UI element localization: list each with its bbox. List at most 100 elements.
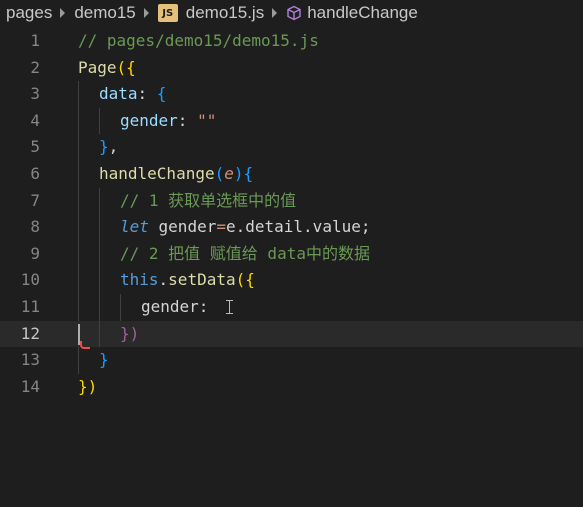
chevron-right-icon (272, 8, 278, 18)
code-line[interactable]: 3 data: { (0, 81, 583, 108)
indent-guide (99, 214, 100, 241)
code-text: // 2 把值 赋值给 data中的数据 (120, 241, 370, 268)
code-line[interactable]: 1 // pages/demo15/demo15.js (0, 28, 583, 55)
punctuation-token: , (108, 137, 119, 157)
code-line[interactable]: 6 handleChange(e){ (0, 160, 583, 188)
indent-guide (78, 214, 79, 241)
indent-guide (78, 187, 79, 215)
function-token: Page (78, 57, 117, 77)
indent-guide (78, 240, 79, 268)
line-number: 9 (30, 243, 40, 263)
string-token: "" (197, 110, 217, 130)
bracket-token: }) (120, 323, 140, 343)
indent-guide (99, 320, 100, 348)
indent-guide (99, 107, 100, 135)
code-line[interactable]: 13 } (0, 347, 583, 374)
line-number: 4 (30, 110, 40, 130)
bracket-token: { (243, 163, 254, 183)
line-number: 12 (20, 323, 40, 343)
code-line[interactable]: 10 this.setData({ (0, 267, 583, 294)
property-token: gender (120, 110, 178, 130)
bracket-token: ({ (116, 57, 136, 77)
code-text: }) (120, 321, 139, 348)
code-line[interactable]: 4 gender: "" (0, 107, 583, 135)
code-text: }) (78, 374, 97, 401)
indent-guide (99, 293, 100, 321)
identifier-token: gender (148, 217, 217, 237)
line-number: 13 (20, 350, 40, 370)
code-line-current[interactable]: 12 }) (0, 320, 583, 349)
indent-guide (99, 240, 100, 268)
code-text: Page({ (78, 55, 136, 82)
cube-method-icon (287, 5, 301, 21)
code-text: gender: "" (120, 108, 216, 135)
code-line[interactable]: 7 // 1 获取单选框中的值 (0, 187, 583, 215)
js-file-icon: JS (157, 4, 178, 22)
code-text: handleChange(e){ (99, 161, 253, 188)
chevron-right-icon (60, 8, 66, 18)
line-number: 6 (30, 163, 40, 183)
punctuation-token: : (137, 84, 157, 104)
code-text: // 1 获取单选框中的值 (120, 188, 296, 215)
indent-guide (78, 293, 79, 321)
indent-guide (78, 160, 79, 188)
code-text: this.setData({ (120, 267, 255, 294)
operator-token: = (216, 217, 226, 237)
line-number: 1 (30, 31, 40, 50)
comment-token: // 2 把值 赋值给 data中的数据 (120, 243, 370, 263)
code-line[interactable]: 5 }, (0, 134, 583, 161)
text-cursor-ibeam-icon (226, 299, 234, 314)
bracket-token: }) (78, 376, 98, 396)
indent-guide (78, 134, 79, 161)
bracket-token: } (99, 137, 109, 157)
line-number: 7 (30, 190, 40, 210)
breadcrumb-item-demo15-file[interactable]: demo15.js (186, 3, 264, 23)
punctuation-token: ; (360, 217, 371, 237)
code-text: let gender=e.detail.value; (120, 214, 370, 241)
code-editor[interactable]: 1 // pages/demo15/demo15.js 2 Page({ 3 d… (0, 28, 583, 400)
bracket-token: { (156, 84, 167, 104)
breadcrumb-item-handlechange[interactable]: handleChange (307, 3, 418, 23)
indent-guide (120, 293, 121, 321)
punctuation-token: . (158, 270, 169, 290)
bracket-token: } (99, 350, 109, 370)
code-line[interactable]: 9 // 2 把值 赋值给 data中的数据 (0, 240, 583, 268)
breadcrumb: pages demo15 JS demo15.js handleChange (0, 0, 583, 26)
indent-guide (78, 81, 79, 108)
indent-guide (99, 267, 100, 294)
breadcrumb-item-demo15-folder[interactable]: demo15 (74, 3, 135, 23)
code-line[interactable]: 11 gender: (0, 293, 583, 321)
code-text: // pages/demo15/demo15.js (78, 28, 319, 55)
code-text: gender: (141, 294, 218, 321)
bracket-token: ) (233, 163, 244, 183)
code-line[interactable]: 2 Page({ (0, 55, 583, 82)
bracket-token: ({ (235, 270, 255, 290)
comment-token: // 1 获取单选框中的值 (120, 190, 297, 210)
line-number: 14 (20, 376, 40, 396)
indent-guide (78, 107, 79, 135)
line-number: 5 (30, 137, 40, 157)
comment-token: // pages/demo15/demo15.js (78, 31, 319, 50)
code-line[interactable]: 14 }) (0, 374, 583, 401)
code-line[interactable]: 8 let gender=e.detail.value; (0, 214, 583, 241)
code-text: }, (99, 134, 118, 161)
indent-guide (99, 187, 100, 215)
line-number: 10 (20, 270, 40, 290)
function-token: handleChange (99, 163, 215, 183)
indent-guide (78, 347, 79, 374)
punctuation-token: : (177, 110, 198, 130)
code-text: data: { (99, 81, 166, 108)
function-token: setData (168, 270, 236, 290)
identifier-token: e.detail.value (225, 217, 361, 237)
breadcrumb-item-pages[interactable]: pages (6, 3, 52, 23)
line-number: 3 (30, 84, 40, 104)
property-token: gender (141, 296, 199, 316)
parameter-token: e (224, 163, 234, 183)
chevron-right-icon (143, 8, 149, 18)
keyword-token: this (120, 270, 159, 290)
bracket-token: ( (214, 163, 225, 183)
line-number: 8 (30, 217, 40, 237)
line-number: 11 (20, 296, 40, 316)
indent-guide (78, 267, 79, 294)
code-text: } (99, 347, 109, 374)
